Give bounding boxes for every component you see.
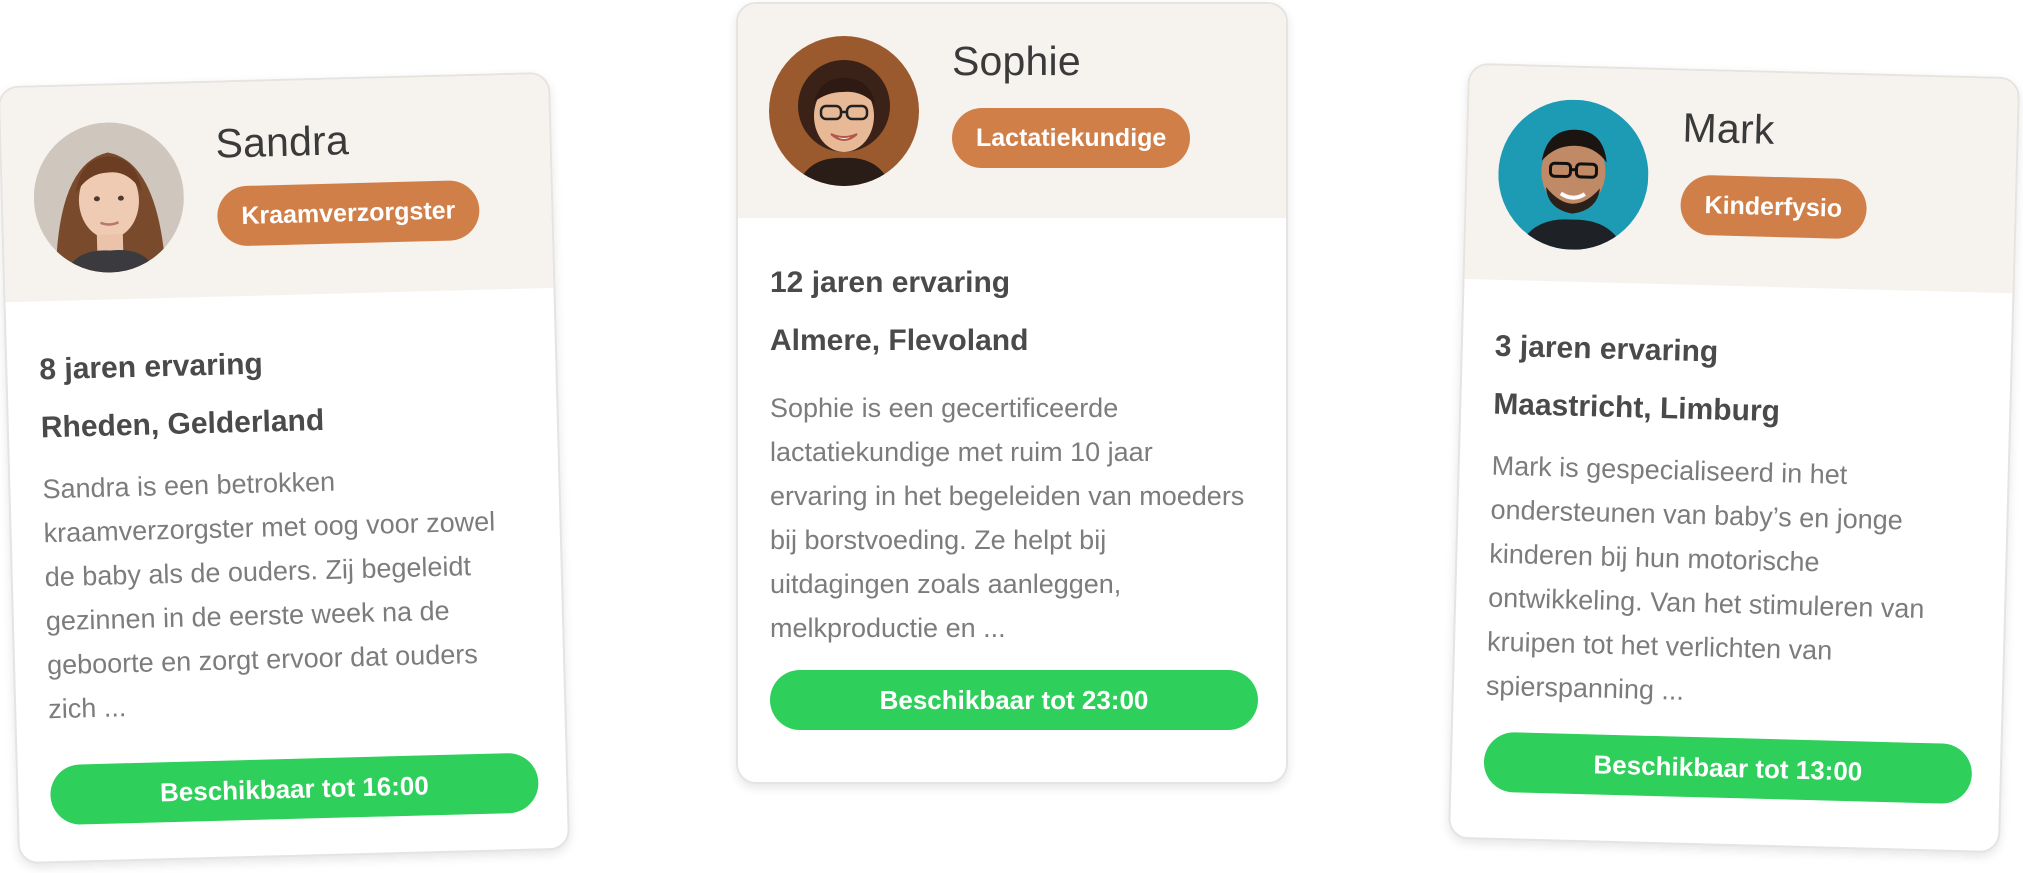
specialist-name: Sandra (214, 117, 350, 167)
specialist-card-sophie[interactable]: Sophie Lactatiekundige 12 jaren ervaring… (736, 2, 1288, 784)
experience-text: 12 jaren ervaring (770, 266, 1011, 299)
location-text: Maastricht, Limburg (1492, 387, 1781, 429)
card-header: Sandra Kraamverzorgster (0, 73, 554, 303)
specialist-cards-stage: Sandra Kraamverzorgster 8 jaren ervaring… (0, 0, 2023, 873)
location-text: Rheden, Gelderland (40, 403, 325, 445)
specialist-card-sandra[interactable]: Sandra Kraamverzorgster 8 jaren ervaring… (0, 71, 571, 865)
description-text: Mark is gespecialiseerd in het ondersteu… (1485, 450, 1925, 706)
description-text: Sophie is een gecertificeerde lactatieku… (770, 393, 1245, 643)
experience-text: 3 jaren ervaring (1494, 329, 1719, 369)
availability-button[interactable]: Beschikbaar tot 13:00 (1483, 731, 1973, 805)
specialist-name: Sophie (952, 38, 1081, 84)
card-header: Sophie Lactatiekundige (738, 4, 1286, 218)
location-text: Almere, Flevoland (770, 324, 1029, 357)
role-badge: Lactatiekundige (952, 108, 1191, 168)
card-header: Mark Kinderfysio (1464, 64, 2019, 294)
availability-button[interactable]: Beschikbaar tot 16:00 (49, 752, 540, 826)
role-badge: Kraamverzorgster (216, 179, 481, 247)
description-text: Sandra is een betrokken kraamverzorgster… (42, 466, 496, 725)
woman-portrait-icon (31, 120, 186, 275)
role-badge: Kinderfysio (1679, 174, 1867, 240)
woman-glasses-portrait-icon (769, 36, 919, 186)
availability-button[interactable]: Beschikbaar tot 23:00 (770, 670, 1258, 730)
specialist-card-mark[interactable]: Mark Kinderfysio 3 jaren ervaring Maastr… (1447, 62, 2021, 854)
experience-text: 8 jaren ervaring (38, 347, 264, 387)
specialist-name: Mark (1682, 104, 1776, 153)
man-glasses-portrait-icon (1496, 97, 1651, 252)
